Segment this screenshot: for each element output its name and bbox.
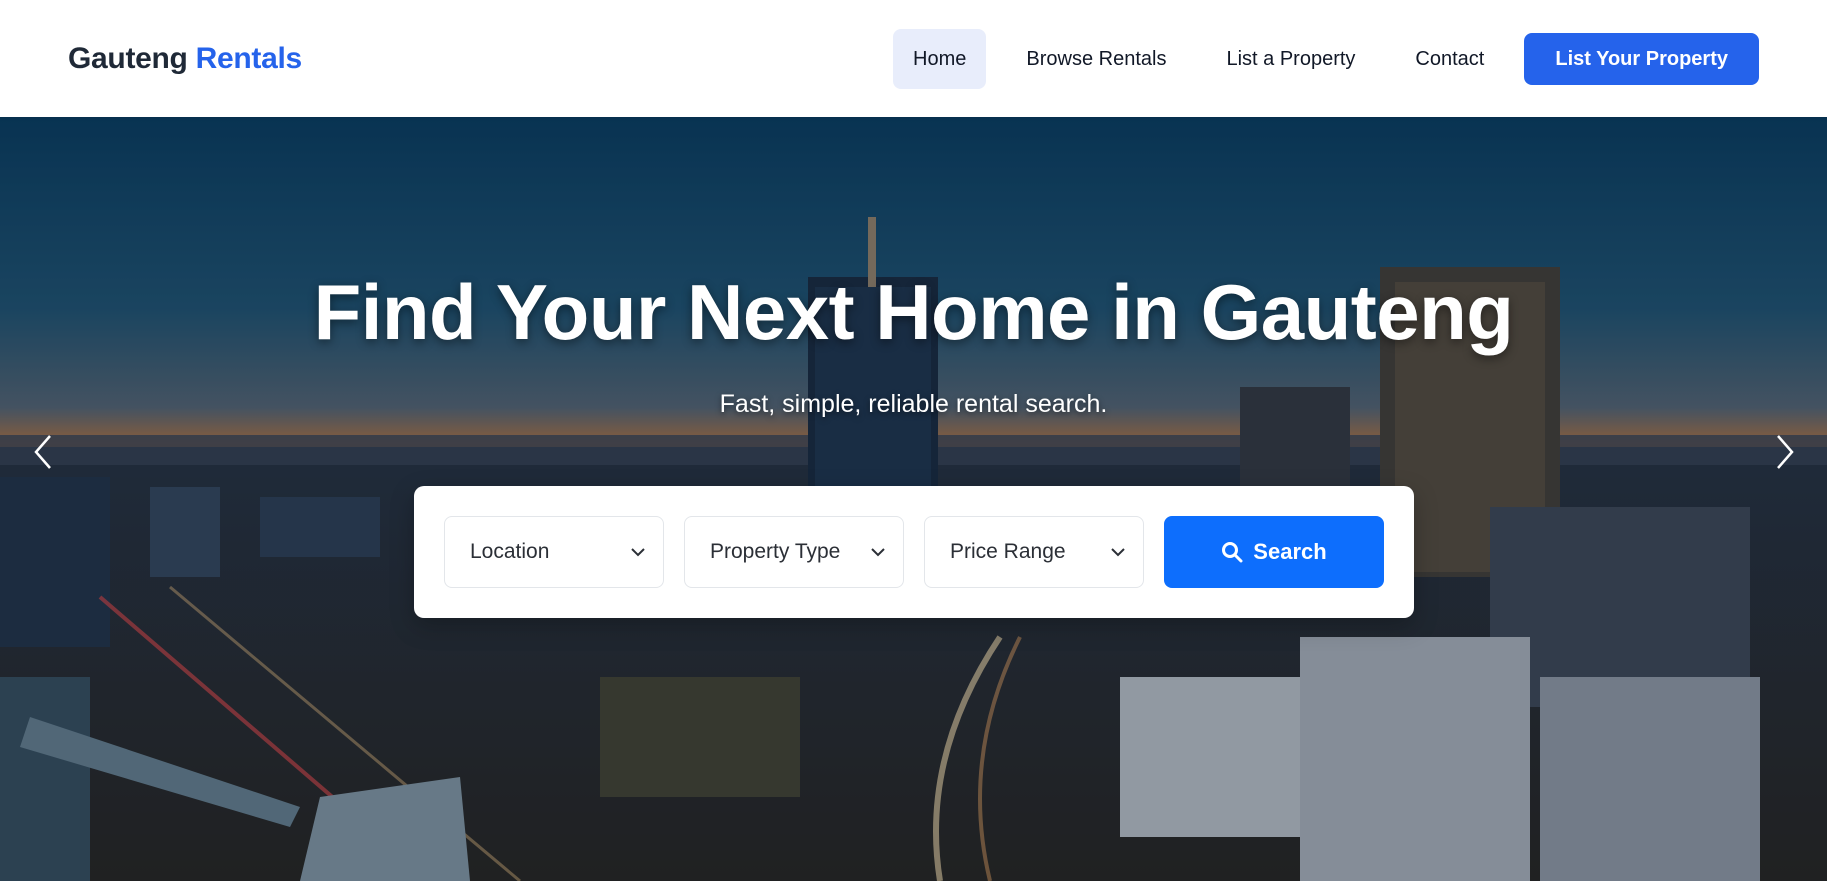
nav-browse-rentals[interactable]: Browse Rentals xyxy=(1006,29,1186,89)
chevron-down-icon xyxy=(631,548,645,557)
list-your-property-button[interactable]: List Your Property xyxy=(1524,32,1759,85)
hero-title: Find Your Next Home in Gauteng xyxy=(313,268,1514,356)
location-select[interactable]: Location xyxy=(444,516,664,588)
chevron-right-icon xyxy=(1777,435,1794,469)
nav-contact[interactable]: Contact xyxy=(1395,29,1504,89)
nav-list-a-property[interactable]: List a Property xyxy=(1206,29,1375,89)
brand-name: Gauteng xyxy=(68,41,188,75)
chevron-left-icon xyxy=(34,435,51,469)
property-type-select-label: Property Type xyxy=(710,540,841,563)
carousel-next-button[interactable] xyxy=(1764,422,1804,482)
hero-section: Find Your Next Home in Gauteng Fast, sim… xyxy=(0,117,1827,881)
brand-accent: Rentals xyxy=(195,41,303,75)
location-select-label: Location xyxy=(470,540,550,563)
search-form: Location Property Type Price Range Searc… xyxy=(414,486,1414,618)
price-range-select[interactable]: Price Range xyxy=(924,516,1144,588)
search-icon xyxy=(1222,542,1243,563)
hero-subtitle: Fast, simple, reliable rental search. xyxy=(719,390,1108,418)
property-type-select[interactable]: Property Type xyxy=(684,516,904,588)
price-range-select-label: Price Range xyxy=(950,540,1066,563)
search-button[interactable]: Search xyxy=(1164,516,1384,588)
nav-home[interactable]: Home xyxy=(893,28,987,89)
main-nav: Home Browse Rentals List a Property Cont… xyxy=(873,28,1759,89)
chevron-down-icon xyxy=(871,548,885,557)
brand-logo[interactable]: Gauteng Rentals xyxy=(68,42,302,76)
chevron-down-icon xyxy=(1111,548,1125,557)
carousel-prev-button[interactable] xyxy=(24,422,64,482)
search-button-label: Search xyxy=(1253,539,1327,564)
site-header: Gauteng Rentals Home Browse Rentals List… xyxy=(0,0,1827,117)
